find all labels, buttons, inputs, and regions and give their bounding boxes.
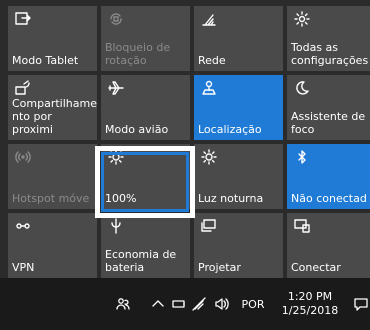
nearby-sharing-icon (14, 79, 32, 97)
action-center-panel: Modo Tablet Bloqueio de rotação Rede Tod… (0, 0, 370, 330)
tile-bluetooth[interactable]: Não conectad (287, 144, 370, 209)
project-icon (200, 217, 218, 235)
tile-brightness[interactable]: 100% (101, 144, 190, 209)
tile-connect[interactable]: Conectar (287, 213, 370, 278)
tile-label: VPN (12, 261, 35, 274)
input-language-indicator[interactable]: POR (238, 278, 268, 330)
tile-location[interactable]: Localização (194, 75, 283, 140)
people-icon[interactable] (112, 278, 134, 330)
taskbar: POR 1:20 PM 1/25/2018 (0, 278, 370, 330)
taskbar-clock[interactable]: 1:20 PM 1/25/2018 (280, 278, 340, 330)
clock-date: 1/25/2018 (281, 304, 339, 317)
wifi-icon[interactable] (190, 278, 208, 330)
tile-label: Todas as configurações (291, 41, 369, 67)
tile-label: Bloqueio de rotação (105, 41, 171, 67)
tile-label: Compartilhame nto por proximi (12, 97, 97, 136)
battery-icon[interactable] (170, 278, 188, 330)
tile-label: Conectar (291, 261, 341, 274)
settings-gear-icon (293, 10, 311, 28)
network-icon (200, 10, 218, 28)
tablet-mode-icon (14, 10, 32, 28)
bluetooth-icon (293, 148, 311, 166)
tile-airplane-mode[interactable]: Modo avião (101, 75, 190, 140)
tile-all-settings[interactable]: Todas as configurações (287, 6, 370, 71)
tile-label: Luz noturna (198, 192, 264, 205)
tile-label: Assistente de foco (291, 110, 366, 136)
notification-center-icon[interactable] (352, 278, 370, 330)
tile-vpn[interactable]: VPN (8, 213, 97, 278)
tile-focus-assist[interactable]: Assistente de foco (287, 75, 370, 140)
brightness-icon (107, 148, 125, 166)
focus-assist-icon (293, 79, 311, 97)
tile-label: Hotspot móve (12, 192, 90, 205)
tile-nearby-sharing[interactable]: Compartilhame nto por proximi (8, 75, 97, 140)
volume-icon[interactable] (212, 278, 230, 330)
brightness-value: 100% (105, 192, 137, 205)
vpn-icon (14, 217, 32, 235)
tile-network[interactable]: Rede (194, 6, 283, 71)
battery-saver-icon (107, 217, 125, 235)
tile-label: Não conectad (291, 192, 367, 205)
connect-icon (293, 217, 311, 235)
tile-project[interactable]: Projetar (194, 213, 283, 278)
tile-label: Modo avião (105, 123, 169, 136)
chevron-up-icon[interactable] (150, 278, 166, 330)
tile-night-light[interactable]: Luz noturna (194, 144, 283, 209)
clock-time: 1:20 PM (287, 290, 333, 303)
tile-rotation-lock[interactable]: Bloqueio de rotação (101, 6, 190, 71)
tile-label: Economia de bateria (105, 248, 177, 274)
airplane-icon (107, 79, 125, 97)
tile-tablet-mode[interactable]: Modo Tablet (8, 6, 97, 71)
tile-battery-saver[interactable]: Economia de bateria (101, 213, 190, 278)
tile-label: Modo Tablet (12, 54, 79, 67)
rotation-lock-icon (107, 10, 125, 28)
mobile-hotspot-icon (14, 148, 32, 166)
tile-mobile-hotspot[interactable]: Hotspot móve (8, 144, 97, 209)
tile-label: Projetar (198, 261, 241, 274)
tile-label: Rede (198, 54, 226, 67)
night-light-icon (200, 148, 218, 166)
tile-label: Localização (198, 123, 262, 136)
location-icon (200, 79, 218, 97)
quick-actions-grid: Modo Tablet Bloqueio de rotação Rede Tod… (8, 6, 370, 278)
